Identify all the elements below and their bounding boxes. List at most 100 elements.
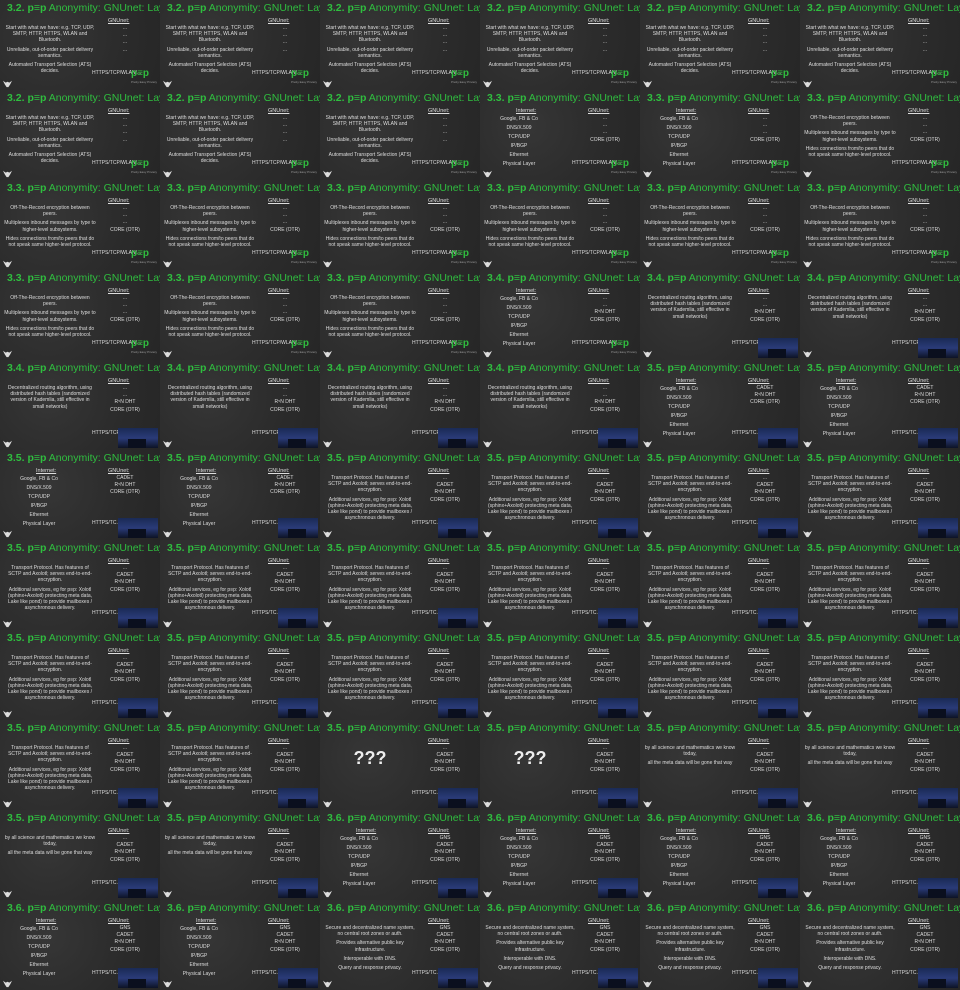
slide-thumbnail[interactable]: 3.2. p≡p Anonymity: GNUnet: Layers GNUnet… (0, 0, 160, 90)
slide-thumbnail[interactable]: 3.4. p≡p Anonymity: GNUnet: Layers GNUnet… (800, 270, 960, 360)
layer-description-line: Decentralized routing algorithm, using d… (8, 385, 92, 410)
slide-thumbnail[interactable]: 3.5. p≡p Anonymity: GNUnet: Layers GNUnet… (0, 630, 160, 720)
gnunet-stack: CADET R⁵N DHT CORE (OTR) (896, 385, 954, 407)
gnunet-stack-line: ... (282, 46, 288, 53)
slide-thumbnail[interactable]: 3.6. p≡p Anonymity: GNUnet: Layers GNUnet… (320, 900, 480, 990)
slide-thumbnail[interactable]: 3.6. p≡p Anonymity: GNUnet: Layers GNUnet… (800, 900, 960, 990)
gnunet-stack-line: CADET (916, 572, 934, 579)
layer-description-line: Automated Transport Selection (ATS) deci… (168, 152, 252, 165)
slide-thumbnail[interactable]: 3.5. p≡p Anonymity: GNUnet: Layers GNUnet… (800, 540, 960, 630)
slide-thumbnail[interactable]: 3.5. p≡p Anonymity: GNUnet: Layers GNUnet… (480, 720, 640, 810)
slide-thumbnail[interactable]: 3.6. p≡p Anonymity: GNUnet: Layers GNUnet… (480, 900, 640, 990)
gnunet-stack-line: ... (122, 745, 128, 751)
slide-thumbnail[interactable]: 3.4. p≡p Anonymity: GNUnet: Layers GNUnet… (0, 360, 160, 450)
slide-thumbnail[interactable]: 3.5. p≡p Anonymity: GNUnet: Layers GNUnet… (640, 630, 800, 720)
slide-thumbnail[interactable]: 3.2. p≡p Anonymity: GNUnet: Layers GNUnet… (160, 0, 320, 90)
slide-thumbnail[interactable]: 3.2. p≡p Anonymity: GNUnet: Layers GNUnet… (320, 90, 480, 180)
slide-thumbnail[interactable]: 3.3. p≡p Anonymity: GNUnet: Layers GNUnet… (0, 270, 160, 360)
slide-thumbnail[interactable]: 3.5. p≡p Anonymity: GNUnet: Layers Intern… (640, 360, 800, 450)
internet-header: Internet: (36, 468, 57, 474)
slide-thumbnail[interactable]: 3.5. p≡p Anonymity: GNUnet: Layers GNUnet… (320, 450, 480, 540)
slide-thumbnail[interactable]: 3.3. p≡p Anonymity: GNUnet: Layers GNUnet… (640, 180, 800, 270)
slide-thumbnail[interactable]: 3.2. p≡p Anonymity: GNUnet: Layers GNUnet… (640, 0, 800, 90)
slide-thumbnail[interactable]: 3.5. p≡p Anonymity: GNUnet: Layers GNUnet… (640, 720, 800, 810)
slide-thumbnail[interactable]: 3.6. p≡p Anonymity: GNUnet: Layers Intern… (480, 810, 640, 900)
slide-number: 3.2. (327, 92, 345, 104)
slide-thumbnail[interactable]: 3.5. p≡p Anonymity: GNUnet: Layers GNUnet… (800, 720, 960, 810)
slide-thumbnail[interactable]: 3.5. p≡p Anonymity: GNUnet: Layers GNUnet… (480, 450, 640, 540)
slide-thumbnail[interactable]: 3.6. p≡p Anonymity: GNUnet: Layers Intern… (800, 810, 960, 900)
slide-thumbnail[interactable]: 3.5. p≡p Anonymity: GNUnet: Layers GNUnet… (0, 810, 160, 900)
transport-line: HTTPS/TC... (412, 610, 441, 616)
slide-thumbnail[interactable]: 3.5. p≡p Anonymity: GNUnet: Layers GNUnet… (800, 630, 960, 720)
slide-title-text: Anonymity: GNUnet: Layers (688, 362, 800, 374)
slide-thumbnail[interactable]: 3.5. p≡p Anonymity: GNUnet: Layers Intern… (160, 450, 320, 540)
transport-line: HTTPS/TC... (732, 520, 761, 526)
gnunet-stack-line: ... (762, 219, 768, 226)
slide-thumbnail[interactable]: 3.3. p≡p Anonymity: GNUnet: Layers GNUnet… (0, 180, 160, 270)
slide-number: 3.3. (647, 182, 665, 194)
slide-thumbnail[interactable]: 3.6. p≡p Anonymity: GNUnet: Layers Intern… (0, 900, 160, 990)
layer-description: Transport Protocol. Has features of SCTP… (804, 565, 896, 614)
slide-thumbnail[interactable]: 3.3. p≡p Anonymity: GNUnet: Layers Intern… (480, 90, 640, 180)
slide-thumbnail[interactable]: 3.6. p≡p Anonymity: GNUnet: Layers GNUnet… (640, 900, 800, 990)
slide-thumbnail[interactable]: 3.6. p≡p Anonymity: GNUnet: Layers Intern… (640, 810, 800, 900)
gnunet-stack-line: R⁵N DHT (594, 309, 616, 316)
slide-number: 3.5. (7, 722, 25, 734)
slide-thumbnail[interactable]: 3.5. p≡p Anonymity: GNUnet: Layers GNUnet… (0, 720, 160, 810)
slide-thumbnail[interactable]: 3.4. p≡p Anonymity: GNUnet: Layers Intern… (480, 270, 640, 360)
slide-thumbnail[interactable]: 3.4. p≡p Anonymity: GNUnet: Layers GNUnet… (320, 360, 480, 450)
slide-number: 3.5. (647, 542, 665, 554)
slide-thumbnail[interactable]: 3.5. p≡p Anonymity: GNUnet: Layers GNUnet… (160, 630, 320, 720)
slide-thumbnail[interactable]: 3.3. p≡p Anonymity: GNUnet: Layers GNUnet… (320, 270, 480, 360)
layer-description: by all science and mathematics we know t… (644, 745, 736, 770)
slide-thumbnail[interactable]: 3.5. p≡p Anonymity: GNUnet: Layers GNUnet… (640, 450, 800, 540)
pep-logo: p≡p Pretty Easy Privacy (931, 159, 957, 177)
slide-thumbnail[interactable]: 3.3. p≡p Anonymity: GNUnet: Layers GNUnet… (160, 270, 320, 360)
slide-thumbnail[interactable]: 3.2. p≡p Anonymity: GNUnet: Layers GNUnet… (0, 90, 160, 180)
slide-thumbnail[interactable]: 3.5. p≡p Anonymity: GNUnet: Layers Intern… (800, 360, 960, 450)
slide-thumbnail[interactable]: 3.5. p≡p Anonymity: GNUnet: Layers GNUnet… (320, 630, 480, 720)
gnunet-stack-line: GNS (439, 835, 451, 841)
layer-description-line: Transport Protocol. Has features of SCTP… (8, 565, 92, 584)
transport-line: HTTPS/TC... (732, 970, 761, 976)
slide-number: 3.3. (7, 272, 25, 284)
slide-thumbnail[interactable]: 3.5. p≡p Anonymity: GNUnet: Layers GNUnet… (160, 810, 320, 900)
slide-number: 3.2. (647, 2, 665, 14)
slide-thumbnail[interactable]: 3.6. p≡p Anonymity: GNUnet: Layers Intern… (320, 810, 480, 900)
slide-thumbnail[interactable]: 3.5. p≡p Anonymity: GNUnet: Layers Intern… (0, 450, 160, 540)
slide-thumbnail[interactable]: 3.5. p≡p Anonymity: GNUnet: Layers GNUnet… (320, 720, 480, 810)
gnunet-stack-line: R⁵N DHT (754, 392, 776, 399)
slide-thumbnail[interactable]: 3.5. p≡p Anonymity: GNUnet: Layers GNUnet… (320, 540, 480, 630)
slide-thumbnail[interactable]: 3.5. p≡p Anonymity: GNUnet: Layers GNUnet… (480, 540, 640, 630)
night-city-photo (758, 608, 798, 628)
slide-thumbnail[interactable]: 3.3. p≡p Anonymity: GNUnet: Layers GNUnet… (320, 180, 480, 270)
slide-thumbnail[interactable]: 3.3. p≡p Anonymity: GNUnet: Layers GNUnet… (800, 180, 960, 270)
slide-thumbnail[interactable]: 3.4. p≡p Anonymity: GNUnet: Layers GNUnet… (480, 360, 640, 450)
slide-thumbnail[interactable]: 3.5. p≡p Anonymity: GNUnet: Layers GNUnet… (0, 540, 160, 630)
slide-thumbnail[interactable]: 3.2. p≡p Anonymity: GNUnet: Layers GNUnet… (800, 0, 960, 90)
internet-stack-line: Google, FB & Co (180, 926, 218, 932)
slide-thumbnail[interactable]: 3.2. p≡p Anonymity: GNUnet: Layers GNUnet… (480, 0, 640, 90)
slide-thumbnail[interactable]: 3.4. p≡p Anonymity: GNUnet: Layers GNUnet… (640, 270, 800, 360)
slide-thumbnail[interactable]: 3.3. p≡p Anonymity: GNUnet: Layers GNUnet… (480, 180, 640, 270)
slide-thumbnail[interactable]: 3.3. p≡p Anonymity: GNUnet: Layers GNUnet… (160, 180, 320, 270)
gnu-head-icon (163, 890, 172, 898)
slide-thumbnail[interactable]: 3.2. p≡p Anonymity: GNUnet: Layers GNUnet… (320, 0, 480, 90)
gnunet-header: GNUnet: (428, 828, 450, 834)
slide-thumbnail[interactable]: 3.5. p≡p Anonymity: GNUnet: Layers GNUnet… (160, 540, 320, 630)
slide-thumbnail[interactable]: 3.5. p≡p Anonymity: GNUnet: Layers GNUnet… (160, 720, 320, 810)
slide-thumbnail[interactable]: 3.5. p≡p Anonymity: GNUnet: Layers GNUnet… (800, 450, 960, 540)
pep-mark: p≡p (27, 2, 47, 14)
slide-thumbnail[interactable]: 3.3. p≡p Anonymity: GNUnet: Layers Intern… (640, 90, 800, 180)
slide-thumbnail[interactable]: 3.5. p≡p Anonymity: GNUnet: Layers GNUnet… (640, 540, 800, 630)
gnunet-stack-line: ... (922, 129, 928, 136)
slide-thumbnail[interactable]: 3.2. p≡p Anonymity: GNUnet: Layers GNUnet… (160, 90, 320, 180)
slide-thumbnail[interactable]: 3.6. p≡p Anonymity: GNUnet: Layers Intern… (160, 900, 320, 990)
transport-line: HTTPS/TC... (412, 970, 441, 976)
slide-thumbnail[interactable]: 3.3. p≡p Anonymity: GNUnet: Layers GNUnet… (800, 90, 960, 180)
slide-title: 3.6. p≡p Anonymity: GNUnet: Layers (487, 902, 640, 914)
slide-thumbnail[interactable]: 3.4. p≡p Anonymity: GNUnet: Layers GNUnet… (160, 360, 320, 450)
slide-title-text: Anonymity: GNUnet: Layers (368, 632, 480, 644)
slide-thumbnail[interactable]: 3.5. p≡p Anonymity: GNUnet: Layers GNUnet… (480, 630, 640, 720)
